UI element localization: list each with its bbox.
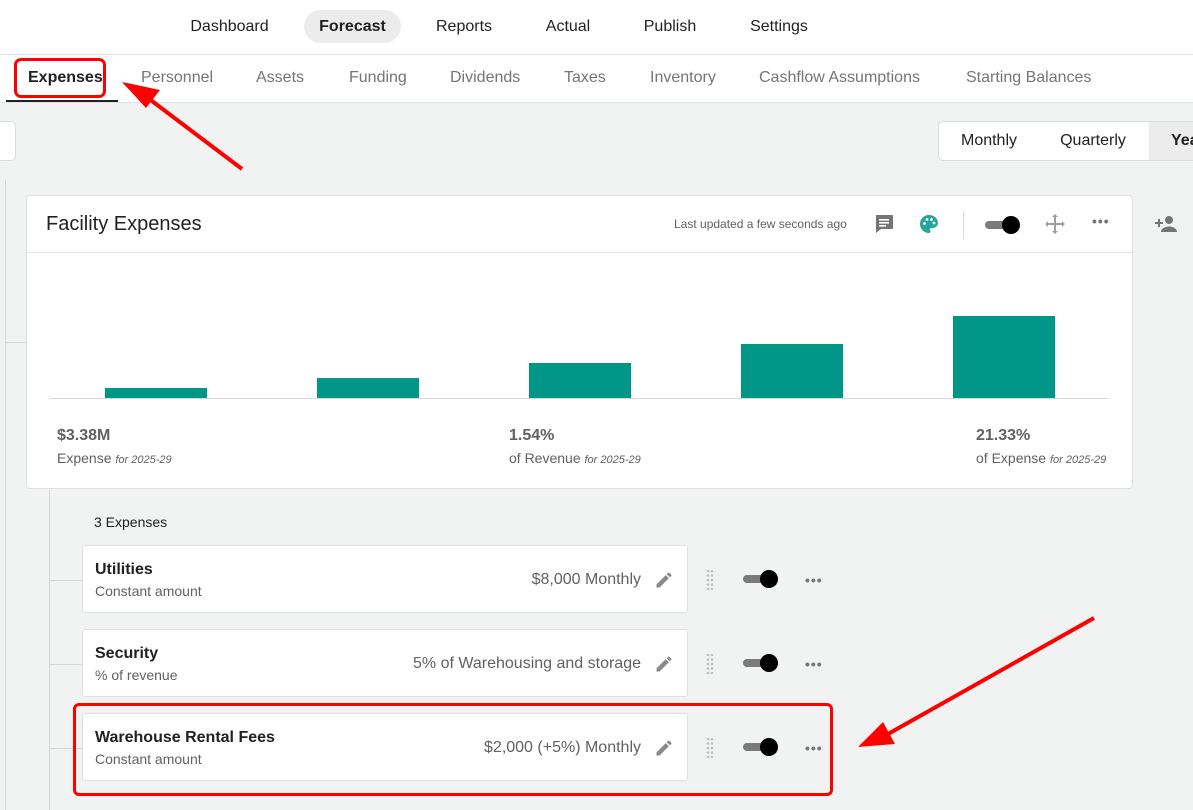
expense-toggle-utilities[interactable] [743,569,779,589]
tree-line [5,180,6,810]
subtab-cashflow-assumptions[interactable]: Cashflow Assumptions [759,69,920,87]
kpi-revenue-value: 1.54% [509,427,555,444]
subtab-taxes[interactable]: Taxes [564,69,606,87]
annotation-highlight-expenses-tab [14,58,106,98]
kpi-period: for 2025-29 [115,454,172,466]
top-navigation: Dashboard Forecast Reports Actual Publis… [0,0,1193,55]
toggle-knob [760,654,778,672]
expense-name: Utilities [95,561,153,578]
expense-toggle-security[interactable] [743,653,779,673]
kpi-expense-label: Expense for 2025-29 [57,450,172,466]
kpi-label-text: of Revenue [509,450,581,466]
kpi-label-text: Expense [57,450,112,466]
palette-icon[interactable] [917,212,941,236]
drag-handle-icon[interactable] [705,569,715,591]
sub-navigation: Expenses Personnel Assets Funding Divide… [0,55,1193,103]
expense-row-utilities[interactable]: Utilities Constant amount $8,000 Monthly [82,545,688,613]
tab-settings[interactable]: Settings [736,10,822,43]
period-quarterly[interactable]: Quarterly [1039,122,1147,160]
tab-publish[interactable]: Publish [630,10,710,43]
subtab-personnel[interactable]: Personnel [141,69,213,87]
tab-reports[interactable]: Reports [420,10,508,43]
kpi-share-label: of Expense for 2025-29 [976,450,1106,466]
expense-amount: $8,000 Monthly [531,571,641,588]
card-title: Facility Expenses [46,213,202,235]
add-person-icon[interactable] [1154,212,1178,236]
chart-bar [741,344,843,398]
tree-line [5,342,26,343]
subtab-dividends[interactable]: Dividends [450,69,520,87]
tab-actual[interactable]: Actual [530,10,606,43]
tree-line [49,580,82,581]
kpi-period: for 2025-29 [1049,454,1107,466]
chart-baseline [49,398,1109,399]
tab-forecast[interactable]: Forecast [304,10,401,43]
kpi-share-value: 21.33% [976,427,1031,444]
search-field-edge[interactable] [0,121,16,161]
card-visibility-toggle[interactable] [985,215,1021,235]
tree-line [49,664,82,665]
period-selector: Monthly Quarterly Yea [938,121,1193,161]
period-yearly[interactable]: Yea [1149,122,1193,160]
chart-bar [317,378,419,398]
subtab-assets[interactable]: Assets [256,69,304,87]
expense-name: Security [95,645,159,662]
header-divider [963,211,964,239]
edit-pencil-icon[interactable] [654,654,674,674]
move-icon[interactable] [1043,212,1067,236]
edit-pencil-icon[interactable] [654,570,674,590]
more-options-icon[interactable]: ••• [1092,213,1110,229]
chart-bar [953,316,1055,398]
drag-handle-icon[interactable] [705,653,715,675]
expense-row-security[interactable]: Security % of revenue 5% of Warehousing … [82,629,688,697]
expense-count-label: 3 Expenses [94,514,168,530]
expense-type: % of revenue [95,667,178,683]
kpi-revenue-label: of Revenue for 2025-29 [509,450,641,466]
active-tab-underline [6,100,118,102]
chart-bar [105,388,207,398]
annotation-highlight-warehouse-row [73,703,833,796]
subtab-inventory[interactable]: Inventory [650,69,716,87]
toggle-knob [760,570,778,588]
tree-line [49,490,50,810]
kpi-label-text: of Expense [976,450,1047,466]
chart-bar [529,363,631,398]
kpi-expense-value: $3.38M [57,427,111,444]
row-more-icon[interactable]: ••• [805,656,823,672]
period-monthly[interactable]: Monthly [939,122,1039,160]
card-header: Facility Expenses Last updated a few sec… [27,196,1132,253]
subtab-funding[interactable]: Funding [349,69,407,87]
last-updated-text: Last updated a few seconds ago [674,217,847,231]
kpi-period: for 2025-29 [584,454,641,466]
arrow-to-warehouse-row [858,616,1095,747]
row-more-icon[interactable]: ••• [805,572,823,588]
comment-icon[interactable] [872,212,896,236]
subtab-starting-balances[interactable]: Starting Balances [966,69,1091,87]
expense-amount: 5% of Warehousing and storage [413,655,641,672]
toggle-knob [1002,216,1020,234]
expense-type: Constant amount [95,583,202,599]
facility-expenses-card: Facility Expenses Last updated a few sec… [26,195,1133,489]
tab-dashboard[interactable]: Dashboard [178,10,281,43]
